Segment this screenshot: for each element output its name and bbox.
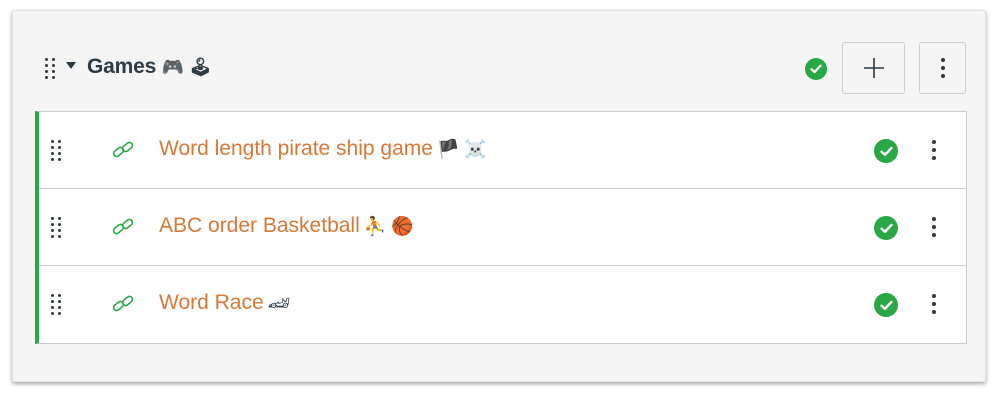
item-title-link[interactable]: Word Race 🏎 <box>159 291 291 315</box>
published-check-icon[interactable] <box>874 139 898 163</box>
module-settings-button[interactable] <box>919 42 966 94</box>
item-settings-button[interactable] <box>925 134 943 166</box>
item-title-text: Word Race <box>159 291 264 314</box>
drag-handle-icon[interactable] <box>51 294 61 315</box>
published-check-icon[interactable] <box>874 293 898 317</box>
item-title-link[interactable]: Word length pirate ship game 🏴 ☠️ <box>159 137 487 161</box>
module-title-emoji: 🎮 🕹 <box>161 57 212 77</box>
item-title-text: ABC order Basketball <box>159 214 360 237</box>
list-item: Word length pirate ship game 🏴 ☠️ <box>39 112 966 189</box>
item-title-text: Word length pirate ship game <box>159 137 433 160</box>
link-icon <box>112 295 134 312</box>
link-icon <box>112 218 134 235</box>
kebab-menu-icon <box>940 58 945 78</box>
item-settings-button[interactable] <box>925 288 943 320</box>
kebab-menu-icon <box>932 294 936 314</box>
plus-icon <box>863 58 884 78</box>
drag-handle-icon[interactable] <box>51 217 61 238</box>
item-title-emoji: 🏎 <box>267 293 291 313</box>
add-item-button[interactable] <box>842 42 905 94</box>
module-items-list: Word length pirate ship game 🏴 ☠️ ABC ord… <box>35 111 967 344</box>
drag-handle-icon[interactable] <box>51 140 61 161</box>
list-item: Word Race 🏎 <box>39 266 966 343</box>
kebab-menu-icon <box>932 140 936 160</box>
module-container: Games 🎮 🕹 Word length pirate ship game 🏴… <box>12 10 986 382</box>
link-icon <box>112 141 134 158</box>
item-title-emoji: ⛹ 🏀 <box>363 216 414 236</box>
published-check-icon[interactable] <box>874 216 898 240</box>
module-header: Games 🎮 🕹 <box>13 39 985 97</box>
item-title-link[interactable]: ABC order Basketball ⛹ 🏀 <box>159 214 414 238</box>
collapse-caret-icon[interactable] <box>66 62 76 69</box>
item-title-emoji: 🏴 ☠️ <box>436 139 487 159</box>
kebab-menu-icon <box>932 217 936 237</box>
item-settings-button[interactable] <box>925 211 943 243</box>
module-title: Games 🎮 🕹 <box>87 55 212 79</box>
module-title-text: Games <box>87 55 157 78</box>
published-check-icon[interactable] <box>805 58 827 80</box>
list-item: ABC order Basketball ⛹ 🏀 <box>39 189 966 266</box>
drag-handle-icon[interactable] <box>45 58 55 79</box>
